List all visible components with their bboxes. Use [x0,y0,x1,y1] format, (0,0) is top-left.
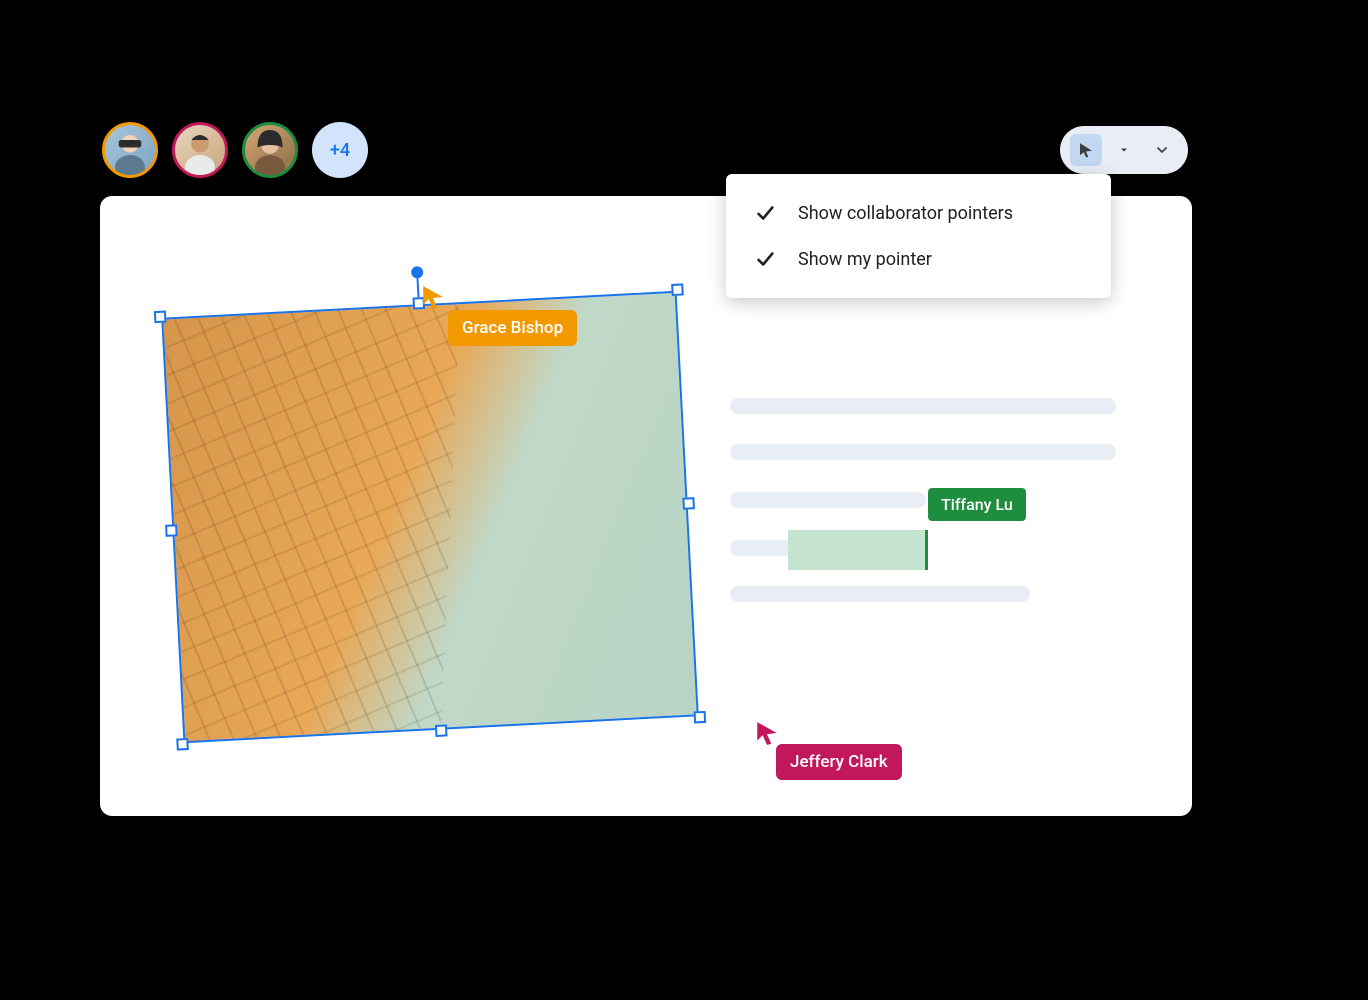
menu-item-show-my-pointer[interactable]: Show my pointer [726,236,1111,282]
cursor-icon [1077,141,1095,159]
text-line [730,586,1030,602]
text-line [730,492,926,508]
resize-handle-bottom[interactable] [435,724,448,737]
avatar-3[interactable] [242,122,298,178]
person-icon [105,125,155,175]
check-icon [754,202,776,224]
resize-handle-left[interactable] [165,524,178,537]
resize-handle-br[interactable] [694,711,707,724]
text-selection-highlight [788,530,928,570]
check-icon [754,248,776,270]
avatar-1[interactable] [102,122,158,178]
cursor-icon [754,720,780,746]
collaborator-name-label: Grace Bishop [448,310,577,346]
menu-item-label: Show my pointer [798,249,932,270]
avatar-overflow[interactable]: +4 [312,122,368,178]
pointer-toolbar [1060,126,1188,174]
resize-handle-tr[interactable] [671,283,684,296]
resize-handle-right[interactable] [682,497,695,510]
text-line [730,540,788,556]
caret-down-icon [1118,144,1130,156]
person-icon [245,125,295,175]
collaborator-pointer-jeffery: Jeffery Clark [754,720,780,746]
text-line [730,444,1116,460]
resize-handle-tl[interactable] [154,311,167,324]
image-content [161,291,699,743]
collaborator-name-label: Tiffany Lu [928,488,1026,521]
toolbar-expand-button[interactable] [1146,134,1178,166]
collaborator-pointer-grace: Grace Bishop [420,284,446,310]
chevron-down-icon [1154,142,1170,158]
cursor-icon [420,284,446,310]
menu-item-show-collaborator-pointers[interactable]: Show collaborator pointers [726,190,1111,236]
collaborator-name-label: Jeffery Clark [776,744,902,780]
person-icon [175,125,225,175]
overflow-count: +4 [330,140,350,161]
text-placeholder-block [730,398,1116,460]
pointer-options-menu: Show collaborator pointers Show my point… [726,174,1111,298]
menu-item-label: Show collaborator pointers [798,203,1013,224]
pointer-tool-button[interactable] [1070,134,1102,166]
building-illustration [163,293,696,741]
resize-handle-bl[interactable] [176,738,189,751]
pointer-dropdown-caret[interactable] [1108,134,1140,166]
text-line [730,398,1116,414]
avatar-2[interactable] [172,122,228,178]
collaborator-avatars: +4 [102,122,368,178]
selected-image[interactable] [161,291,699,743]
